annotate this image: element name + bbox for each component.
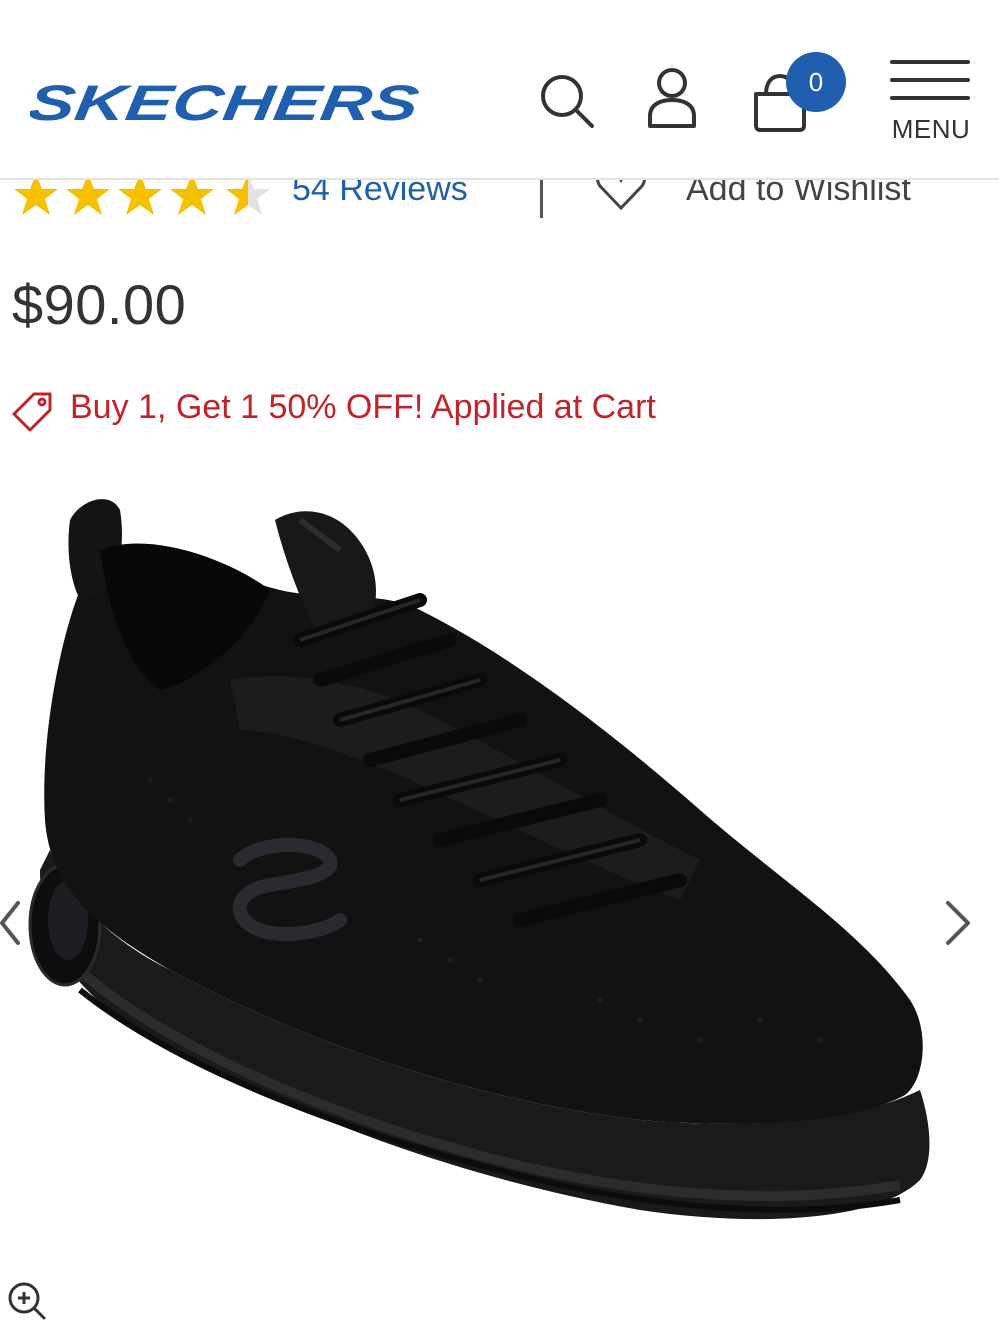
account-button[interactable]	[644, 66, 700, 130]
tag-icon	[12, 392, 52, 432]
cart-button[interactable]: 0	[748, 52, 848, 132]
chevron-right-icon[interactable]	[940, 895, 976, 951]
product-price: $90.00	[12, 273, 187, 336]
user-icon	[648, 68, 696, 128]
svg-text:SKECHERS: SKECHERS	[30, 78, 422, 130]
skechers-logo[interactable]: SKECHERS	[30, 78, 430, 130]
site-header: SKECHERS 0 MENU	[0, 0, 999, 180]
divider	[540, 178, 543, 218]
chevron-left-icon[interactable]	[0, 895, 22, 951]
search-button[interactable]	[538, 72, 596, 130]
search-icon	[541, 75, 594, 128]
promo-text: Buy 1, Get 1 50% OFF! Applied at Cart	[70, 388, 656, 426]
menu-label: MENU	[891, 114, 971, 144]
hamburger-menu-icon	[890, 58, 970, 102]
product-image	[28, 499, 930, 1220]
cart-count-badge: 0	[786, 52, 846, 112]
zoom-in-icon[interactable]	[6, 1280, 48, 1322]
menu-button[interactable]: MENU	[886, 56, 976, 148]
